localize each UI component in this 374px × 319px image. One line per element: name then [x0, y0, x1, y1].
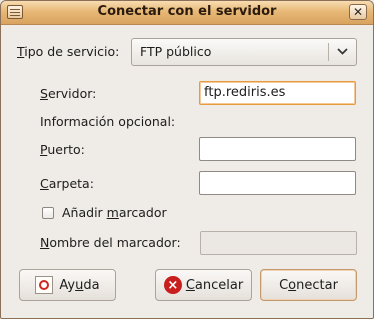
bookmark-name-label: Nombre del marcador:	[40, 235, 181, 250]
cancel-button[interactable]: × Cancelar	[155, 269, 252, 301]
help-button-label: Ayuda	[59, 277, 100, 293]
folder-input[interactable]	[199, 171, 356, 195]
chevron-down-icon	[337, 48, 348, 55]
title-bar[interactable]: Conectar con el servidor ✕	[1, 1, 373, 25]
help-button[interactable]: Ayuda	[19, 269, 116, 301]
add-bookmark-label[interactable]: Añadir marcador	[62, 205, 167, 220]
close-button[interactable]: ✕	[349, 4, 367, 20]
optional-info-header: Información opcional:	[40, 114, 176, 129]
server-input[interactable]: ftp.rediris.es	[199, 81, 356, 105]
dropdown-separator	[328, 43, 329, 61]
connect-button[interactable]: Conectar	[260, 269, 357, 301]
connect-button-label: Conectar	[279, 277, 338, 293]
port-input[interactable]	[199, 137, 356, 161]
close-icon: ✕	[352, 5, 364, 19]
window-title: Conectar con el servidor	[97, 4, 277, 19]
connect-to-server-dialog: Conectar con el servidor ✕ Tipo de servi…	[0, 0, 374, 319]
add-bookmark-checkbox[interactable]	[42, 207, 54, 219]
service-type-dropdown[interactable]: FTP público	[131, 38, 357, 66]
help-icon	[35, 276, 54, 294]
cancel-icon: ×	[163, 276, 182, 294]
service-type-value: FTP público	[140, 44, 212, 59]
folder-label: Carpeta:	[40, 176, 94, 191]
server-label: Servidor:	[40, 86, 97, 101]
port-label: Puerto:	[40, 142, 85, 157]
bookmark-name-input	[200, 231, 357, 255]
service-type-label: Tipo de servicio:	[17, 44, 120, 59]
cancel-button-label: Cancelar	[185, 277, 244, 293]
